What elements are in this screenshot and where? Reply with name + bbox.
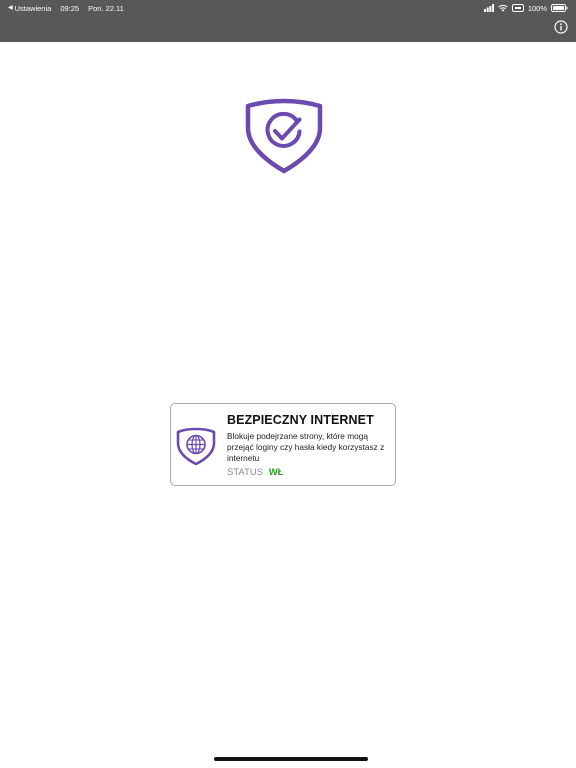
wifi-icon bbox=[498, 4, 508, 12]
card-title: BEZPIECZNY INTERNET bbox=[227, 413, 374, 427]
vpn-icon bbox=[511, 4, 524, 12]
battery-level: 100% bbox=[527, 3, 547, 13]
shield-globe-icon bbox=[176, 426, 216, 466]
back-to-app-link[interactable]: ◀ Ustawienia bbox=[8, 4, 51, 13]
info-button[interactable] bbox=[554, 20, 568, 34]
status-bar-right: 100% bbox=[483, 2, 568, 14]
top-bar: ◀ Ustawienia 09:25 Pon. 22.11 100% bbox=[0, 0, 576, 42]
card-status: STATUS WŁ bbox=[227, 467, 284, 478]
status-value: WŁ bbox=[268, 467, 284, 478]
status-label: STATUS bbox=[227, 467, 264, 478]
back-app-label: Ustawienia bbox=[14, 3, 52, 13]
app-screen: ◀ Ustawienia 09:25 Pon. 22.11 100% BEZPI… bbox=[0, 0, 576, 768]
status-date: Pon. 22.11 bbox=[88, 3, 124, 13]
back-arrow-icon: ◀ bbox=[8, 5, 13, 11]
shield-check-icon bbox=[245, 98, 323, 174]
signal-icon bbox=[483, 4, 494, 12]
info-icon bbox=[554, 20, 568, 34]
card-description: Blokuje podejrzane strony, które mogą pr… bbox=[227, 431, 385, 463]
safe-internet-card[interactable]: BEZPIECZNY INTERNET Blokuje podejrzane s… bbox=[170, 403, 396, 486]
home-indicator[interactable] bbox=[214, 757, 368, 761]
battery-icon bbox=[551, 4, 568, 12]
status-bar-left: ◀ Ustawienia 09:25 Pon. 22.11 bbox=[8, 2, 124, 14]
status-time: 09:25 bbox=[60, 3, 80, 13]
